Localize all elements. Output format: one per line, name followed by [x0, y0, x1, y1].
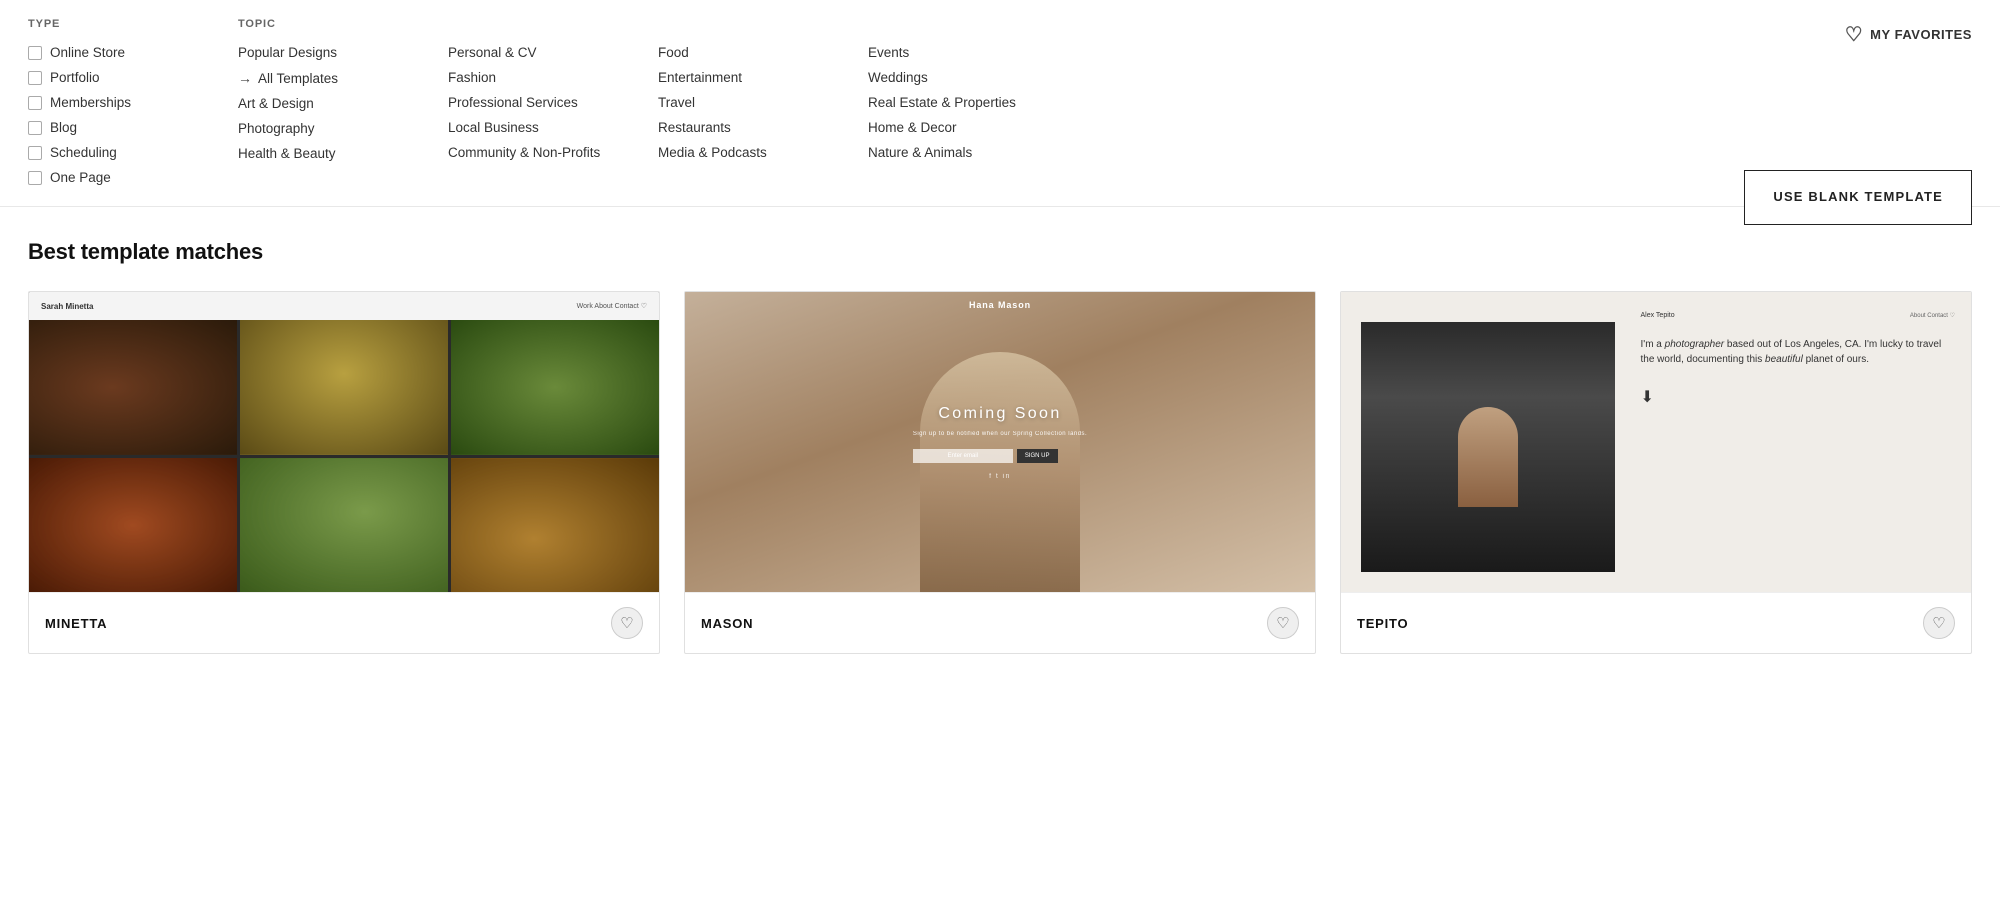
minetta-template-name: MINETTA — [45, 616, 107, 631]
tepito-brand: Alex Tepito — [1641, 312, 1675, 319]
mason-social: f t in — [913, 473, 1087, 480]
template-grid: Sarah Minetta Work About Contact ♡ MINET… — [28, 291, 1972, 654]
arrow-right-icon: → — [238, 70, 252, 86]
topic-filter-section: TOPIC Popular Designs → All Templates Ar… — [238, 18, 1845, 166]
template-preview-mason: Hana Mason Coming Soon Sign up to be not… — [685, 292, 1315, 592]
mason-template-name: MASON — [701, 616, 753, 631]
filter-blog[interactable]: Blog — [28, 115, 238, 140]
template-card-minetta[interactable]: Sarah Minetta Work About Contact ♡ MINET… — [28, 291, 660, 654]
tepito-arrow-icon: ⬇ — [1641, 387, 1956, 407]
tepito-headline: I'm a photographer based out of Los Ange… — [1641, 337, 1956, 367]
tepito-right-panel: Alex Tepito About Contact ♡ I'm a photog… — [1625, 292, 1972, 592]
checkbox-one-page[interactable] — [28, 171, 42, 185]
tepito-photo — [1361, 322, 1615, 572]
filter-scheduling[interactable]: Scheduling — [28, 140, 238, 165]
food-photo-1 — [29, 320, 237, 455]
tepito-nav: Alex Tepito About Contact ♡ — [1641, 312, 1956, 319]
filter-entertainment[interactable]: Entertainment — [658, 65, 868, 90]
heart-icon: ♡ — [1845, 22, 1863, 47]
mason-nav: Hana Mason — [685, 292, 1315, 318]
filter-home-decor[interactable]: Home & Decor — [868, 115, 1078, 140]
filter-weddings[interactable]: Weddings — [868, 65, 1078, 90]
minetta-photo-grid — [29, 320, 659, 592]
filter-events[interactable]: Events — [868, 40, 1078, 65]
filter-portfolio[interactable]: Portfolio — [28, 65, 238, 90]
template-card-mason[interactable]: Hana Mason Coming Soon Sign up to be not… — [684, 291, 1316, 654]
mason-subtitle: Sign up to be notified when our Spring C… — [913, 431, 1087, 437]
heart-icon-minetta: ♡ — [620, 614, 633, 632]
filter-professional-services[interactable]: Professional Services — [448, 90, 658, 115]
filter-popular-designs[interactable]: Popular Designs — [238, 40, 448, 65]
topic-column-1: Popular Designs → All Templates Art & De… — [238, 40, 448, 166]
checkbox-scheduling[interactable] — [28, 146, 42, 160]
filter-community-non-profits[interactable]: Community & Non-Profits — [448, 140, 658, 165]
minetta-nav: Sarah Minetta Work About Contact ♡ — [29, 292, 659, 320]
template-preview-minetta: Sarah Minetta Work About Contact ♡ — [29, 292, 659, 592]
filter-nature-animals[interactable]: Nature & Animals — [868, 140, 1078, 165]
blank-template-button[interactable]: USE BLANK TEMPLATE — [1744, 170, 1972, 225]
filter-art-design[interactable]: Art & Design — [238, 91, 448, 116]
tepito-favorite-button[interactable]: ♡ — [1923, 607, 1955, 639]
mason-content: Coming Soon Sign up to be notified when … — [913, 405, 1087, 480]
food-photo-3 — [451, 320, 659, 455]
filter-real-estate[interactable]: Real Estate & Properties — [868, 90, 1078, 115]
food-photo-4 — [29, 458, 237, 593]
filter-health-beauty[interactable]: Health & Beauty — [238, 141, 448, 166]
tepito-left-panel — [1341, 292, 1625, 592]
type-label: TYPE — [28, 18, 238, 30]
filter-personal-cv[interactable]: Personal & CV — [448, 40, 658, 65]
tepito-portrait-shape — [1458, 407, 1518, 507]
topic-column-2: Personal & CV Fashion Professional Servi… — [448, 40, 658, 166]
mason-favorite-button[interactable]: ♡ — [1267, 607, 1299, 639]
filter-online-store[interactable]: Online Store — [28, 40, 238, 65]
filter-media-podcasts[interactable]: Media & Podcasts — [658, 140, 868, 165]
filter-food[interactable]: Food — [658, 40, 868, 65]
topic-columns: Popular Designs → All Templates Art & De… — [238, 40, 1845, 166]
topic-column-4: Events Weddings Real Estate & Properties… — [868, 40, 1078, 166]
food-photo-2 — [240, 320, 448, 455]
tepito-nav-links: About Contact ♡ — [1910, 312, 1955, 319]
template-preview-tepito: Alex Tepito About Contact ♡ I'm a photog… — [1341, 292, 1971, 592]
filter-travel[interactable]: Travel — [658, 90, 868, 115]
filter-photography[interactable]: Photography — [238, 116, 448, 141]
minetta-brand: Sarah Minetta — [41, 302, 93, 311]
mason-submit-btn[interactable]: SIGN UP — [1017, 449, 1058, 463]
food-photo-5 — [240, 458, 448, 593]
tepito-portrait — [1361, 322, 1615, 572]
topic-column-3: Food Entertainment Travel Restaurants Me… — [658, 40, 868, 166]
heart-icon-tepito: ♡ — [1932, 614, 1945, 632]
template-card-tepito[interactable]: Alex Tepito About Contact ♡ I'm a photog… — [1340, 291, 1972, 654]
food-photo-6 — [451, 458, 659, 593]
my-favorites-button[interactable]: ♡ MY FAVORITES — [1845, 18, 1972, 47]
minetta-card-footer: MINETTA ♡ — [29, 592, 659, 653]
matches-section: Best template matches Sarah Minetta Work… — [0, 207, 2000, 682]
filter-local-business[interactable]: Local Business — [448, 115, 658, 140]
mason-email-input[interactable]: Enter email — [913, 449, 1013, 463]
type-filter-section: TYPE Online Store Portfolio Memberships … — [28, 18, 238, 190]
topic-label: TOPIC — [238, 18, 1845, 30]
minetta-favorite-button[interactable]: ♡ — [611, 607, 643, 639]
filter-restaurants[interactable]: Restaurants — [658, 115, 868, 140]
checkbox-portfolio[interactable] — [28, 71, 42, 85]
minetta-nav-links: Work About Contact ♡ — [577, 302, 647, 310]
filter-bar: TYPE Online Store Portfolio Memberships … — [0, 0, 2000, 207]
mason-card-footer: MASON ♡ — [685, 592, 1315, 653]
checkbox-online-store[interactable] — [28, 46, 42, 60]
filter-memberships[interactable]: Memberships — [28, 90, 238, 115]
mason-brand: Hana Mason — [969, 300, 1031, 310]
heart-icon-mason: ♡ — [1276, 614, 1289, 632]
matches-title: Best template matches — [28, 239, 1972, 265]
filter-fashion[interactable]: Fashion — [448, 65, 658, 90]
filter-all-templates[interactable]: → All Templates — [238, 65, 448, 91]
checkbox-blog[interactable] — [28, 121, 42, 135]
checkbox-memberships[interactable] — [28, 96, 42, 110]
tepito-template-name: TEPITO — [1357, 616, 1408, 631]
tepito-card-footer: TEPITO ♡ — [1341, 592, 1971, 653]
mason-coming-soon: Coming Soon — [913, 405, 1087, 423]
filter-one-page[interactable]: One Page — [28, 165, 238, 190]
